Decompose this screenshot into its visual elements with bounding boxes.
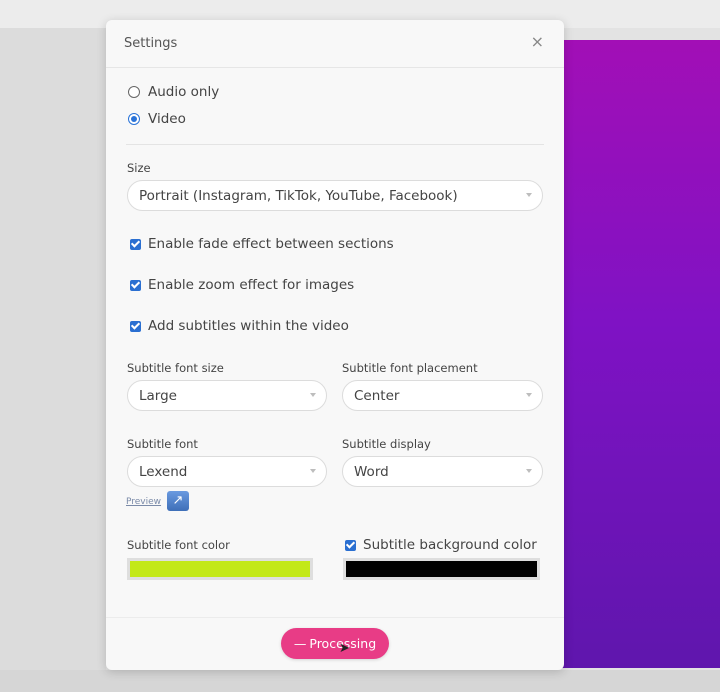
settings-dialog: Settings × Audio only Video Size Portrai… [106,20,564,670]
subtitle-font-placement-label: Subtitle font placement [342,361,478,375]
chevron-down-icon [526,469,532,473]
processing-button[interactable]: — Processing [281,628,389,659]
close-icon[interactable]: × [531,34,544,50]
chevron-down-icon [526,193,532,197]
radio-video[interactable]: Video [128,111,186,127]
section-divider [126,144,544,145]
dialog-header: Settings × [106,20,564,68]
subtitle-font-placement-value: Center [354,388,400,404]
mouse-cursor-icon: ➤ [339,641,350,656]
subtitle-font-placement-select[interactable]: Center [342,380,543,411]
checkbox[interactable] [130,320,141,332]
subtitle-font-color-label: Subtitle font color [127,538,230,552]
subtitle-background-color-row[interactable]: Subtitle background color [345,537,537,553]
fade-effect-checkbox-row[interactable]: Enable fade effect between sections [130,236,394,252]
checkbox-label: Enable zoom effect for images [148,277,355,293]
subtitle-font-size-label: Subtitle font size [127,361,224,375]
subtitle-font-size-select[interactable]: Large [127,380,327,411]
radio-button[interactable] [128,113,140,125]
chevron-down-icon [310,393,316,397]
size-select[interactable]: Portrait (Instagram, TikTok, YouTube, Fa… [127,180,543,211]
subtitle-background-color-swatch[interactable] [343,558,540,580]
preview-link[interactable]: Preview [126,497,161,507]
checkbox[interactable] [345,539,356,551]
subtitle-display-select[interactable]: Word [342,456,543,487]
checkbox-label: Add subtitles within the video [148,318,349,334]
chevron-down-icon [310,469,316,473]
checkbox-label: Enable fade effect between sections [148,236,394,252]
app-left-background [0,28,106,692]
subtitle-font-label: Subtitle font [127,437,198,451]
external-link-icon[interactable]: ↗ [167,491,189,511]
add-subtitles-checkbox-row[interactable]: Add subtitles within the video [130,318,349,334]
app-bottom-background [0,670,720,692]
spinner-icon: — [293,636,307,651]
chevron-down-icon [526,393,532,397]
checkbox[interactable] [130,279,141,291]
subtitle-display-value: Word [354,464,389,480]
subtitle-font-value: Lexend [139,464,188,480]
radio-label: Audio only [148,84,220,100]
subtitle-font-size-value: Large [139,388,177,404]
subtitle-display-label: Subtitle display [342,437,431,451]
dialog-footer-divider [106,617,564,618]
size-select-value: Portrait (Instagram, TikTok, YouTube, Fa… [139,188,458,204]
radio-label: Video [148,111,186,127]
subtitle-background-color-label: Subtitle background color [363,537,537,553]
video-preview-panel [552,40,720,668]
radio-button[interactable] [128,86,140,98]
zoom-effect-checkbox-row[interactable]: Enable zoom effect for images [130,277,354,293]
radio-audio-only[interactable]: Audio only [128,84,219,100]
size-label: Size [127,161,151,175]
dialog-title: Settings [124,36,178,51]
subtitle-font-color-swatch[interactable] [127,558,313,580]
subtitle-font-select[interactable]: Lexend [127,456,327,487]
checkbox[interactable] [130,238,141,250]
